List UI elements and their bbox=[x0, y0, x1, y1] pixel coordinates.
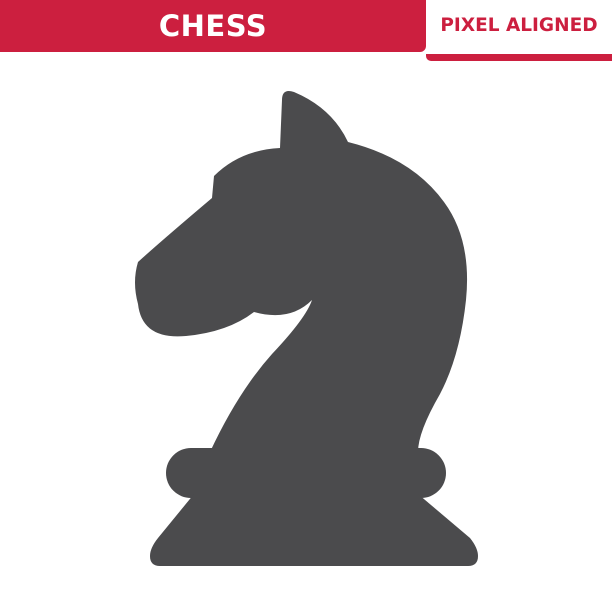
icon-area bbox=[0, 62, 612, 612]
pixel-aligned-label: PIXEL ALIGNED bbox=[440, 15, 598, 36]
header-banner: CHESS PIXEL ALIGNED bbox=[0, 0, 612, 62]
chess-knight-icon bbox=[135, 91, 478, 566]
tag-box: PIXEL ALIGNED bbox=[426, 0, 612, 61]
tag-underline bbox=[426, 54, 612, 61]
page-title: CHESS bbox=[158, 9, 268, 43]
